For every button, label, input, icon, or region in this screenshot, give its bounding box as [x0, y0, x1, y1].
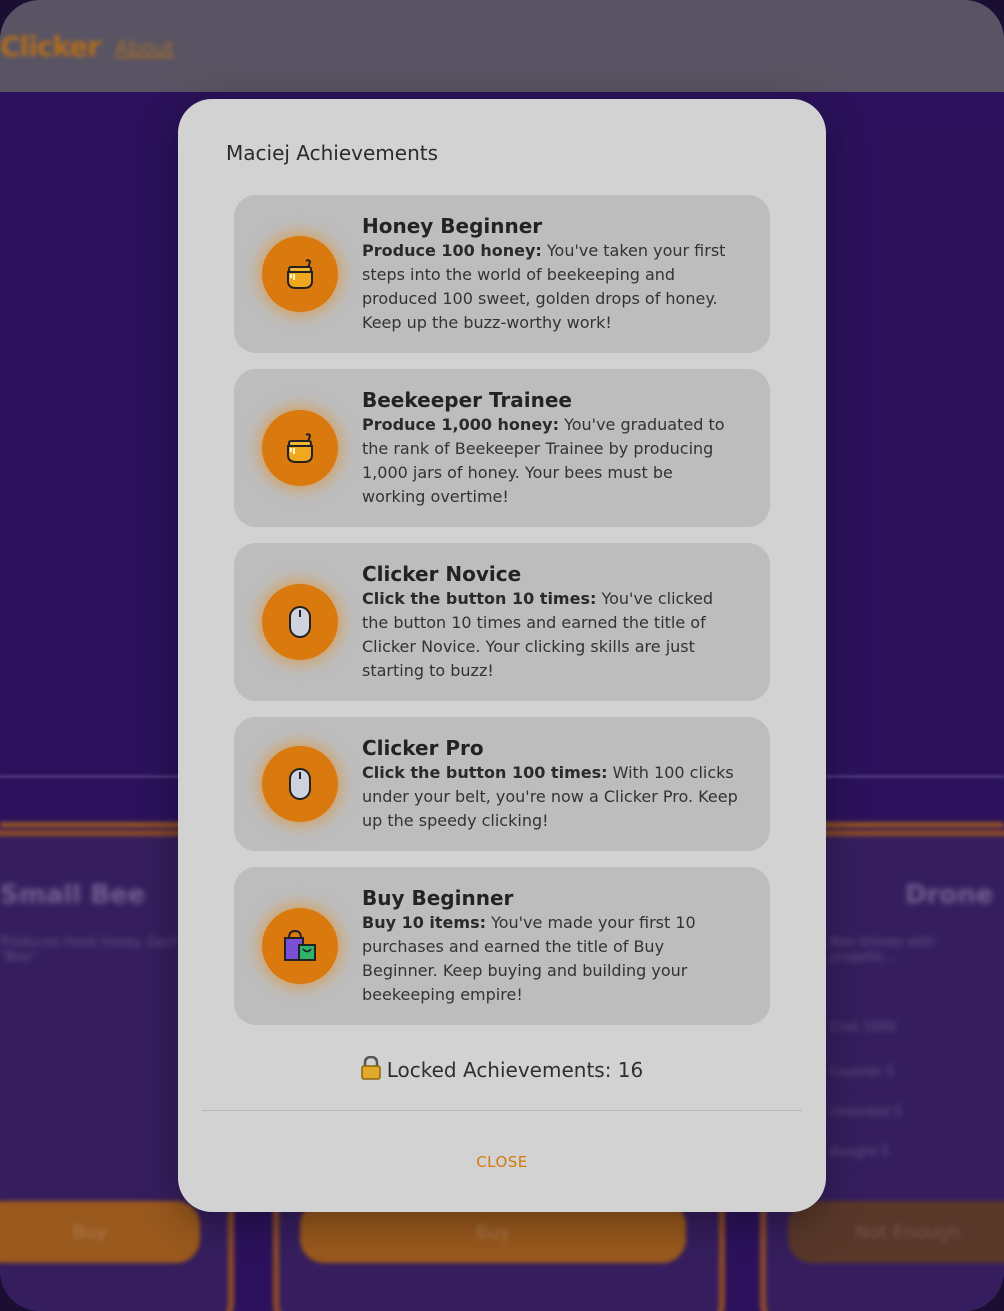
- locked-achievements-label: Locked Achievements: 16: [386, 1058, 644, 1082]
- honey-pot-icon: [262, 236, 338, 312]
- achievements-modal: Maciej Achievements Honey Beginner Produ…: [178, 99, 826, 1212]
- achievement-requirement: Click the button 100 times:: [362, 763, 608, 782]
- lock-icon: [360, 1055, 381, 1085]
- achievements-list: Honey Beginner Produce 100 honey: You've…: [234, 195, 770, 1041]
- honey-pot-icon: [262, 410, 338, 486]
- achievement-requirement: Produce 100 honey:: [362, 241, 542, 260]
- achievement-name: Clicker Pro: [362, 736, 484, 760]
- achievement-text: Buy 10 items: You've made your first 10 …: [362, 911, 740, 1007]
- modal-title: Maciej Achievements: [226, 141, 439, 165]
- achievement-requirement: Click the button 10 times:: [362, 589, 597, 608]
- achievement-requirement: Buy 10 items:: [362, 913, 486, 932]
- achievement-card: Beekeeper Trainee Produce 1,000 honey: Y…: [234, 369, 770, 527]
- mouse-icon: [262, 584, 338, 660]
- achievement-text: Click the button 100 times: With 100 cli…: [362, 761, 740, 833]
- achievement-requirement: Produce 1,000 honey:: [362, 415, 559, 434]
- modal-divider: [202, 1110, 802, 1111]
- achievement-card: Clicker Pro Click the button 100 times: …: [234, 717, 770, 851]
- achievement-card: Clicker Novice Click the button 10 times…: [234, 543, 770, 701]
- achievement-name: Honey Beginner: [362, 214, 543, 238]
- close-button[interactable]: CLOSE: [452, 1147, 552, 1177]
- achievement-text: Produce 1,000 honey: You've graduated to…: [362, 413, 740, 509]
- app-screen: Clicker About Small Bee Produces more ho…: [0, 0, 1004, 1311]
- achievement-name: Beekeeper Trainee: [362, 388, 572, 412]
- achievement-card: Honey Beginner Produce 100 honey: You've…: [234, 195, 770, 353]
- shopping-bags-icon: [262, 908, 338, 984]
- achievement-name: Buy Beginner: [362, 886, 514, 910]
- achievement-name: Clicker Novice: [362, 562, 522, 586]
- achievement-card: Buy Beginner Buy 10 items: You've made y…: [234, 867, 770, 1025]
- locked-achievements: Locked Achievements: 16: [178, 1055, 826, 1085]
- achievement-text: Click the button 10 times: You've clicke…: [362, 587, 740, 683]
- achievement-text: Produce 100 honey: You've taken your fir…: [362, 239, 740, 335]
- mouse-icon: [262, 746, 338, 822]
